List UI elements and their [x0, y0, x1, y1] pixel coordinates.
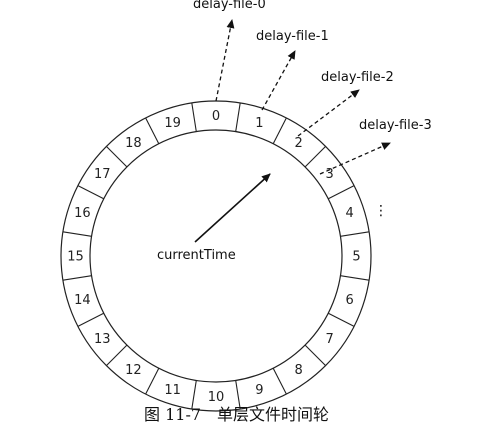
- timing-wheel-diagram: 0 12345678910111213141516171819 delay-fil…: [60, 0, 432, 424]
- slot-divider: [106, 146, 128, 168]
- slot-5: 5: [352, 250, 360, 265]
- slot-divider: [328, 312, 355, 327]
- slot-divider: [62, 231, 92, 237]
- slot-14: 14: [74, 293, 91, 308]
- slot-19: 19: [164, 116, 181, 131]
- slot-divider: [235, 102, 241, 132]
- slot-18: 18: [125, 136, 142, 151]
- slot-2: 2: [294, 136, 302, 151]
- slot-divider: [191, 102, 197, 132]
- slot-16: 16: [74, 206, 91, 221]
- slot-divider: [145, 117, 160, 144]
- slot-12: 12: [125, 363, 142, 378]
- timing-wheel-figure: 0 1 2 3 4 5 6 7 8 9 10 11 12 13 14 15 16 17 18 19 delay-fil…: [0, 0, 501, 438]
- current-time-label: currentTime: [157, 248, 236, 263]
- slot-divider: [328, 185, 355, 200]
- slot-divider: [106, 344, 128, 366]
- slot-11: 11: [164, 383, 181, 398]
- delay-file-2-arrow: [297, 89, 360, 137]
- slot-7: 7: [326, 332, 334, 347]
- delay-file-0-arrow: [215, 19, 235, 102]
- slot-divider: [272, 368, 287, 395]
- slot-15: 15: [67, 250, 84, 265]
- slot-9: 9: [255, 383, 263, 398]
- slot-divider: [340, 275, 370, 281]
- figure-caption: 图 11-7 单层文件时间轮: [144, 405, 329, 424]
- delay-file-1-label: delay-file-1: [256, 29, 329, 44]
- slot-divider: [272, 117, 287, 144]
- delay-file-0-label: delay-file-0: [193, 0, 266, 12]
- slot-6: 6: [345, 293, 353, 308]
- slot-divider: [304, 344, 326, 366]
- slot-0: 0: [212, 109, 220, 124]
- slot-divider: [77, 185, 104, 200]
- slot-divider: [340, 231, 370, 237]
- slot-17: 17: [94, 167, 111, 182]
- slot-4: 4: [345, 206, 353, 221]
- ellipsis-more: ⋮: [374, 203, 388, 219]
- slot-divider: [77, 312, 104, 327]
- slot-13: 13: [94, 332, 111, 347]
- slot-divider: [62, 275, 92, 281]
- delay-file-1-arrow: [261, 50, 296, 111]
- current-time-pointer: [194, 173, 271, 243]
- slot-1: 1: [255, 116, 263, 131]
- delay-file-3-label: delay-file-3: [359, 118, 432, 133]
- slot-divider: [304, 146, 326, 168]
- slot-8: 8: [294, 363, 302, 378]
- slot-divider: [145, 368, 160, 395]
- slot-10: 10: [208, 390, 225, 405]
- delay-file-2-label: delay-file-2: [321, 70, 394, 85]
